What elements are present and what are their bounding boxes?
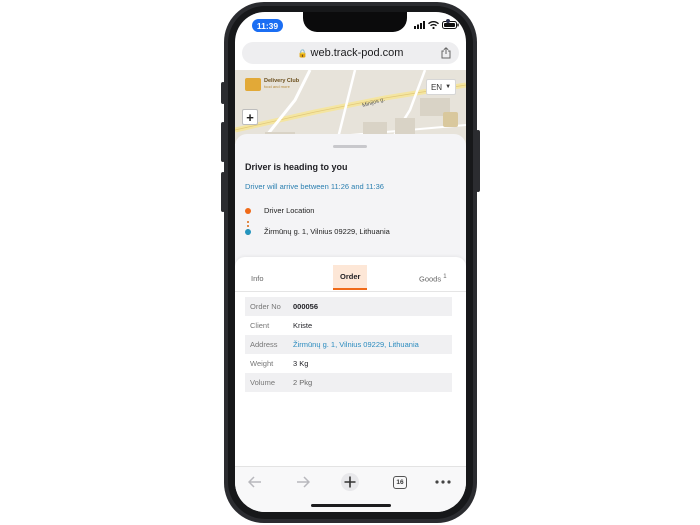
camera-dot	[446, 19, 450, 23]
row-key: Order No	[250, 302, 281, 311]
row-key: Weight	[250, 359, 274, 368]
destination-icon	[245, 228, 251, 235]
language-value: EN	[430, 82, 443, 92]
chevron-down-icon: ▼	[445, 84, 452, 90]
destination-row: Žirmūnų g. 1, Vilnius 09229, Lithuania	[245, 227, 390, 236]
brand-logo-mark	[245, 77, 261, 91]
phone-screen: 11:39 🔒 web.track-pod.com Delivery Club …	[235, 12, 466, 512]
tab-info[interactable]: Info	[251, 274, 264, 283]
tabs-icon: 16	[393, 475, 407, 489]
row-key: Address	[250, 340, 278, 349]
driver-location-label: Driver Location	[264, 206, 315, 215]
zoom-in-button[interactable]: +	[242, 109, 258, 125]
lock-icon: 🔒	[297, 48, 308, 58]
tab-goods-label: Goods	[419, 274, 442, 284]
new-tab-button[interactable]	[340, 473, 360, 491]
forward-icon	[297, 476, 310, 488]
status-icons	[414, 21, 459, 29]
table-row: Address Žirmūnų g. 1, Vilnius 09229, Lit…	[245, 335, 452, 354]
sheet-grabber[interactable]	[333, 145, 367, 148]
driver-location-row: Driver Location	[245, 206, 314, 215]
tab-goods[interactable]: Goods 1	[419, 274, 447, 284]
order-table: Order No 000056 Client Kriste Address Ži…	[245, 297, 452, 392]
tab-order[interactable]: Order	[333, 265, 368, 290]
back-button[interactable]	[245, 473, 265, 491]
more-button[interactable]	[433, 473, 453, 491]
url-text: web.track-pod.com	[310, 47, 404, 59]
row-key: Client	[250, 321, 270, 330]
brand-tagline: food and more	[264, 83, 290, 89]
row-key: Volume	[250, 378, 276, 387]
signal-icon	[414, 21, 425, 29]
new-tab-icon	[341, 473, 359, 491]
brand-logo-text: Delivery Club food and more	[264, 79, 299, 89]
address-link[interactable]: Žirmūnų g. 1, Vilnius 09229, Lithuania	[293, 340, 419, 349]
address-bar[interactable]: 🔒 web.track-pod.com	[242, 42, 459, 64]
weight-value: 3 Kg	[293, 359, 309, 368]
volume-value: 2 Pkg	[293, 378, 313, 387]
wifi-icon	[428, 21, 439, 29]
status-time: 11:39	[252, 19, 283, 32]
browser-toolbar: 16	[235, 466, 466, 512]
driver-location-icon	[245, 207, 251, 214]
forward-button[interactable]	[293, 473, 313, 491]
table-row: Client Kriste	[245, 316, 452, 335]
home-indicator	[311, 504, 391, 507]
language-select[interactable]: EN ▼	[426, 79, 456, 95]
share-icon[interactable]	[441, 47, 451, 59]
table-row: Order No 000056	[245, 297, 452, 316]
client-name: Kriste	[293, 321, 313, 330]
table-row: Volume 2 Pkg	[245, 373, 452, 392]
destination-address: Žirmūnų g. 1, Vilnius 09229, Lithuania	[264, 227, 390, 236]
tracking-title: Driver is heading to you	[245, 162, 348, 172]
tracking-sheet: Driver is heading to you Driver will arr…	[235, 134, 466, 266]
eta-text: Driver will arrive between 11:26 and 11:…	[245, 182, 384, 191]
tab-bar: Info Order Goods 1	[235, 265, 466, 292]
tabs-button[interactable]: 16	[390, 473, 410, 491]
more-icon	[435, 480, 451, 484]
back-icon	[248, 476, 261, 488]
details-panel: Info Order Goods 1 Order No 000056 Clien…	[235, 257, 466, 467]
order-number: 000056	[293, 302, 319, 311]
table-row: Weight 3 Kg	[245, 354, 452, 373]
notch	[303, 12, 450, 32]
battery-icon	[442, 21, 459, 29]
brand-logo: Delivery Club food and more	[245, 76, 307, 92]
map-layer-button[interactable]	[443, 112, 458, 127]
goods-count-badge: 1	[443, 274, 447, 280]
